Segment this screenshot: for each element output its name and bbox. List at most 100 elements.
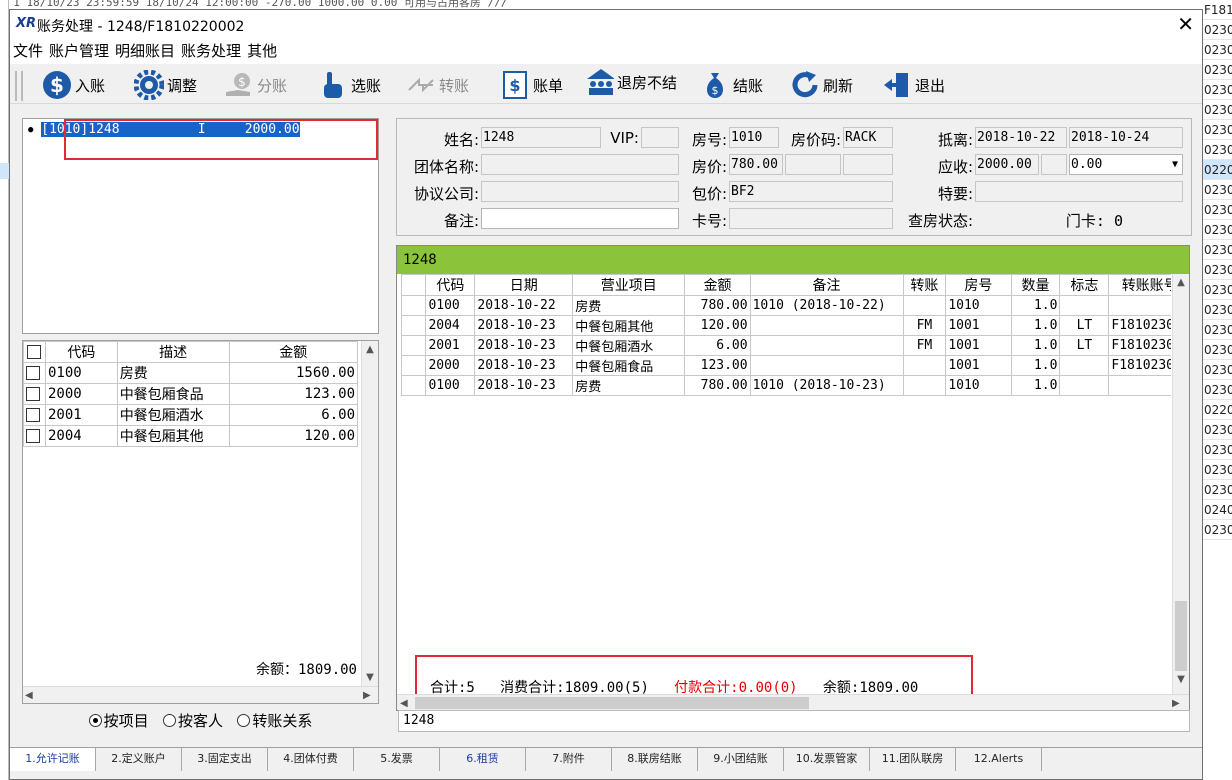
door-card-label: 门卡: 0: [1065, 212, 1123, 230]
package-field[interactable]: BF2: [729, 181, 893, 202]
settle-button[interactable]: $ 结账: [700, 69, 763, 101]
table-row[interactable]: 0100 2018-10-22 房费 780.00 1010 (2018-10-22) 1…: [401, 295, 1171, 316]
col-transfer[interactable]: 转账: [902, 274, 947, 296]
room-field[interactable]: 1010: [729, 127, 779, 148]
horizontal-scrollbar[interactable]: ◀ ▶: [23, 686, 378, 703]
pointer-hand-icon: [318, 70, 348, 100]
svg-text:$: $: [509, 76, 520, 95]
grid-cell: 1.0: [1010, 315, 1061, 336]
card-label: 卡号:: [691, 212, 727, 230]
table-row[interactable]: 2001 2018-10-23 中餐包厢酒水 6.00 FM 1001 1.0 LT F1810…: [401, 335, 1171, 356]
price-field[interactable]: 780.00: [729, 154, 783, 175]
company-field[interactable]: [481, 181, 679, 202]
grid-footer: 1248: [398, 710, 1190, 732]
row-indicator[interactable]: [401, 335, 427, 356]
horizontal-scrollbar[interactable]: ◀ ▶: [397, 694, 1189, 710]
table-row[interactable]: 2000 中餐包厢食品 123.00: [23, 383, 358, 405]
row-checkbox[interactable]: [23, 425, 46, 447]
row-indicator[interactable]: [401, 375, 427, 396]
col-room[interactable]: 房号: [945, 274, 1012, 296]
col-date[interactable]: 日期: [474, 274, 574, 296]
radio-by-item[interactable]: 按项目: [88, 712, 149, 730]
tab-4[interactable]: 4.团体付费: [268, 748, 354, 771]
col-transfer-account[interactable]: 转账账号: [1108, 274, 1171, 296]
select-account-button[interactable]: 选账: [318, 69, 381, 101]
col-business-item[interactable]: 营业项目: [572, 274, 686, 296]
refresh-button[interactable]: 刷新: [790, 69, 853, 101]
split-button[interactable]: $ 分账: [224, 69, 287, 101]
grid-cell: [1059, 295, 1110, 316]
tab-11[interactable]: 11.团队联房: [870, 748, 956, 771]
col-remark[interactable]: 备注: [749, 274, 904, 296]
tab-10[interactable]: 10.发票管家: [784, 748, 870, 771]
adjust-button[interactable]: 调整: [134, 69, 197, 101]
tab-2[interactable]: 2.定义账户: [96, 748, 182, 771]
table-row[interactable]: 2004 2018-10-23 中餐包厢其他 120.00 FM 1001 1.0 LT F18…: [401, 315, 1171, 336]
special-field[interactable]: [975, 181, 1183, 202]
rate-code-field[interactable]: RACK: [843, 127, 893, 148]
close-icon[interactable]: ✕: [1177, 12, 1194, 36]
table-row[interactable]: 0100 房费 1560.00: [23, 362, 358, 384]
tab-3[interactable]: 3.固定支出: [182, 748, 268, 771]
group-name-field[interactable]: [481, 154, 679, 175]
select-all-checkbox[interactable]: [23, 341, 46, 363]
background-cell: 0230: [1203, 260, 1232, 280]
dollar-circle-icon: $: [42, 70, 72, 100]
vertical-scrollbar[interactable]: ▲ ▼: [361, 341, 378, 686]
menu-detail-items[interactable]: 明细账目: [112, 40, 178, 62]
col-code[interactable]: 代码: [425, 274, 476, 296]
receivable-dropdown[interactable]: 0.00 ▼: [1069, 154, 1183, 175]
tab-9[interactable]: 9.小团结账: [698, 748, 784, 771]
table-row[interactable]: 2000 2018-10-23 中餐包厢食品 123.00 1001 1.0 F181023…: [401, 355, 1171, 376]
receivable-field[interactable]: 2000.00: [975, 154, 1039, 175]
background-cell: 0230: [1203, 420, 1232, 440]
checkout-no-settle-button[interactable]: 退房不结: [584, 66, 677, 98]
table-row[interactable]: 2004 中餐包厢其他 120.00: [23, 425, 358, 447]
row-indicator[interactable]: [401, 355, 427, 376]
col-flag[interactable]: 标志: [1059, 274, 1110, 296]
tab-1[interactable]: 1.允许记账: [10, 748, 96, 771]
transfer-button[interactable]: 转账: [406, 69, 469, 101]
row-indicator[interactable]: [401, 295, 427, 316]
tab-6[interactable]: 6.租赁: [440, 748, 526, 771]
radio-by-guest[interactable]: 按客人: [162, 712, 223, 730]
grid-cell: 2018-10-22: [474, 295, 574, 316]
menu-account-management[interactable]: 账户管理: [46, 40, 112, 62]
tab-12[interactable]: 12.Alerts: [956, 748, 1042, 771]
price-extra-field-1[interactable]: [785, 154, 841, 175]
name-field[interactable]: 1248: [481, 127, 601, 148]
row-checkbox[interactable]: [23, 362, 46, 384]
toolbar-grip[interactable]: [15, 71, 23, 101]
post-charge-button[interactable]: $ 入账: [42, 69, 105, 101]
table-row[interactable]: 2001 中餐包厢酒水 6.00: [23, 404, 358, 426]
price-extra-field-2[interactable]: [843, 154, 893, 175]
remark-field[interactable]: [481, 208, 679, 229]
depart-date-field[interactable]: 2018-10-24: [1069, 127, 1183, 148]
background-cell: 0230: [1203, 60, 1232, 80]
arrive-date-field[interactable]: 2018-10-22: [975, 127, 1067, 148]
grid-cell: 123.00: [684, 355, 751, 376]
vertical-scrollbar[interactable]: ▲ ▼: [1172, 274, 1189, 694]
tab-7[interactable]: 7.附件: [526, 748, 612, 771]
card-field[interactable]: [729, 208, 893, 229]
row-indicator[interactable]: [401, 315, 427, 336]
menu-bar: 文件 账户管理 明细账目 账务处理 其他: [10, 40, 1202, 64]
exit-button[interactable]: 退出: [882, 69, 945, 101]
rate-code-label: 房价码:: [790, 131, 841, 149]
row-checkbox[interactable]: [23, 383, 46, 405]
tab-5[interactable]: 5.发票: [354, 748, 440, 771]
tab-8[interactable]: 8.联房结账: [612, 748, 698, 771]
menu-other[interactable]: 其他: [244, 40, 280, 62]
radio-by-transfer[interactable]: 转账关系: [237, 712, 312, 730]
menu-account-processing[interactable]: 账务处理: [178, 40, 244, 62]
table-row[interactable]: 0100 2018-10-23 房费 780.00 1010 (2018-10-23) 1…: [401, 375, 1171, 396]
row-checkbox[interactable]: [23, 404, 46, 426]
receivable-extra-field[interactable]: [1041, 154, 1067, 175]
menu-file[interactable]: 文件: [10, 40, 46, 62]
col-amount[interactable]: 金额: [684, 274, 751, 296]
vip-field[interactable]: [641, 127, 679, 148]
grid-cell: [749, 315, 904, 336]
col-quantity[interactable]: 数量: [1010, 274, 1061, 296]
grid-cell: 1010 (2018-10-23): [749, 375, 904, 396]
bill-button[interactable]: $ 账单: [500, 69, 563, 101]
